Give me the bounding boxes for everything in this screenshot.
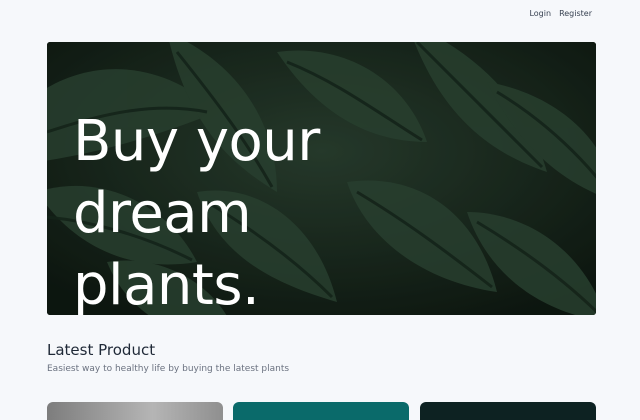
product-cards xyxy=(47,402,596,420)
latest-product-subtitle: Easiest way to healthy life by buying th… xyxy=(47,364,290,374)
login-link[interactable]: Login xyxy=(529,9,551,18)
register-link[interactable]: Register xyxy=(559,9,592,18)
latest-product-title: Latest Product xyxy=(47,341,156,359)
product-card[interactable] xyxy=(47,402,223,420)
hero-banner: Buy your dream plants. xyxy=(47,42,596,315)
product-card[interactable] xyxy=(233,402,409,420)
product-card[interactable] xyxy=(420,402,596,420)
top-nav: Login Register xyxy=(529,9,592,18)
hero-title: Buy your dream plants. xyxy=(73,109,320,315)
